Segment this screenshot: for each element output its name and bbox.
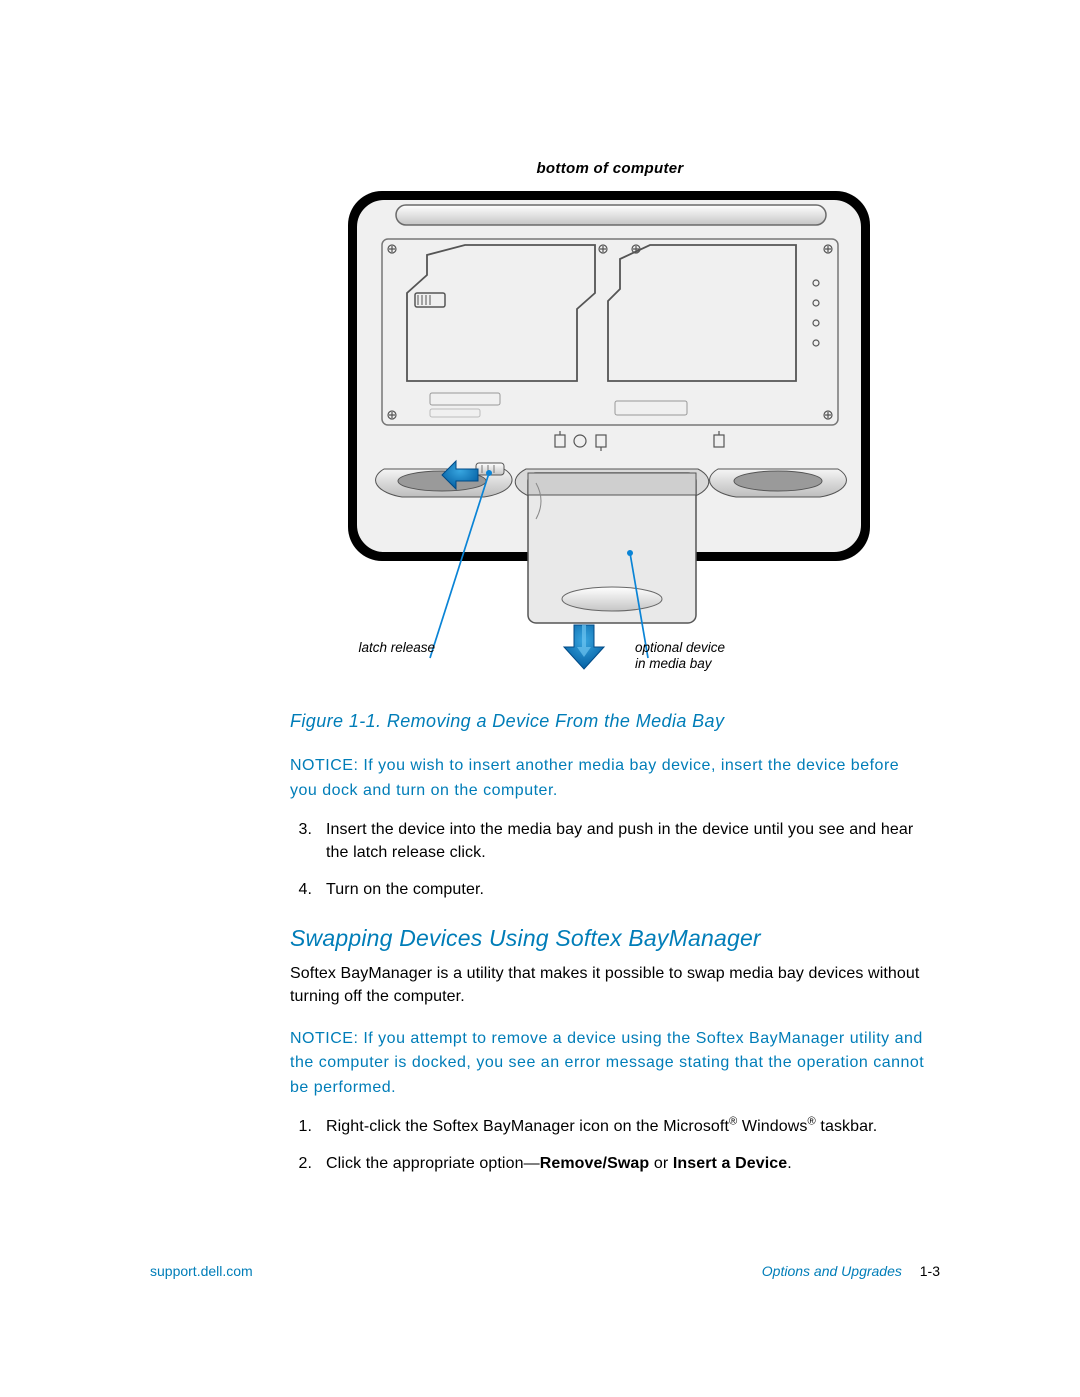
- callout-latch-release: latch release: [315, 640, 435, 656]
- footer-url: support.dell.com: [150, 1263, 253, 1279]
- step-3: 3.Insert the device into the media bay a…: [290, 818, 930, 864]
- section-heading-softex: Swapping Devices Using Softex BayManager: [290, 925, 930, 952]
- steps-list-b: 1.Right-click the Softex BayManager icon…: [290, 1115, 930, 1175]
- intro-paragraph: Softex BayManager is a utility that make…: [290, 962, 930, 1008]
- figure-top-label: bottom of computer: [330, 160, 890, 177]
- footer-page-number: 1-3: [920, 1263, 940, 1279]
- steps-list-a: 3.Insert the device into the media bay a…: [290, 818, 930, 902]
- arrow-down-icon: [564, 625, 604, 669]
- callout-optional-device: optional device in media bay: [635, 640, 775, 672]
- footer-right: Options and Upgrades 1-3: [762, 1263, 940, 1279]
- figure-block: bottom of computer: [330, 160, 890, 683]
- computer-bottom-illustration: [330, 183, 890, 683]
- page-footer: support.dell.com Options and Upgrades 1-…: [150, 1263, 940, 1279]
- notice-docked-error: NOTICE: If you attempt to remove a devic…: [290, 1027, 930, 1101]
- step-b1: 1.Right-click the Softex BayManager icon…: [290, 1115, 930, 1138]
- media-bay-device: [528, 473, 696, 623]
- step-4: 4.Turn on the computer.: [290, 878, 930, 901]
- step-b2: 2.Click the appropriate option—Remove/Sw…: [290, 1152, 930, 1175]
- content-area: bottom of computer: [290, 160, 930, 1199]
- figure-caption: Figure 1-1. Removing a Device From the M…: [290, 711, 930, 732]
- notice-insert-before-dock: NOTICE: If you wish to insert another me…: [290, 754, 930, 804]
- document-page: bottom of computer: [0, 0, 1080, 1397]
- footer-section: Options and Upgrades: [762, 1263, 902, 1279]
